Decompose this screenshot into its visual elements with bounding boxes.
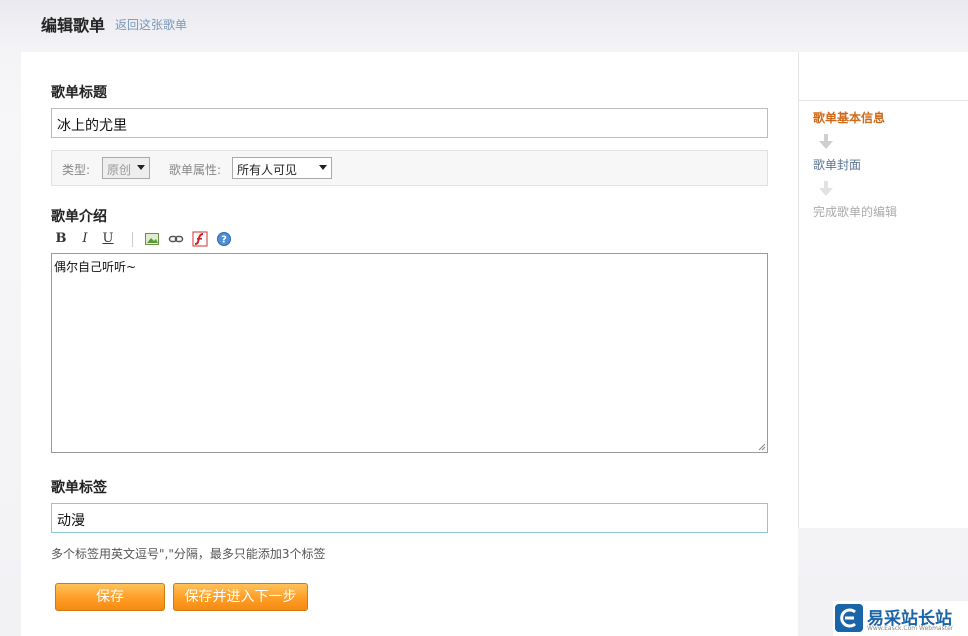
meta-row: 类型: 原创 歌单属性: 所有人可见 bbox=[51, 150, 768, 186]
step-arrow-icon bbox=[819, 181, 833, 196]
site-logo-icon bbox=[835, 604, 863, 632]
type-select: 原创 bbox=[102, 157, 150, 179]
tags-label: 歌单标签 bbox=[51, 480, 107, 496]
tags-hint: 多个标签用英文逗号","分隔，最多只能添加3个标签 bbox=[51, 547, 326, 561]
visibility-select-value: 所有人可见 bbox=[237, 163, 298, 177]
editor-toolbar: B I U ? bbox=[51, 231, 251, 249]
title-label: 歌单标题 bbox=[51, 85, 107, 101]
step-arrow-icon bbox=[819, 134, 833, 149]
toolbar-divider bbox=[132, 232, 133, 247]
playlist-title-input[interactable]: 冰上的尤里 bbox=[51, 108, 768, 138]
chevron-down-icon bbox=[137, 165, 145, 170]
step-basic-info: 歌单基本信息 bbox=[813, 111, 886, 125]
svg-text:?: ? bbox=[221, 235, 227, 246]
type-select-value: 原创 bbox=[107, 163, 132, 177]
resize-handle-icon[interactable] bbox=[758, 443, 766, 451]
steps-sidebar: 歌单基本信息 歌单封面 完成歌单的编辑 bbox=[798, 52, 968, 528]
help-icon[interactable]: ? bbox=[216, 231, 232, 247]
chevron-down-icon bbox=[319, 165, 327, 170]
back-to-playlist-link[interactable]: 返回这张歌单 bbox=[115, 16, 187, 33]
intro-text: 偶尔自己听听~ bbox=[54, 260, 137, 274]
site-watermark: 易采站长站 Www.Easck.Com Webmaster bbox=[833, 601, 968, 636]
sidebar-divider bbox=[799, 100, 968, 101]
watermark-subtext: Www.Easck.Com Webmaster bbox=[867, 625, 954, 632]
italic-button[interactable]: I bbox=[77, 231, 93, 247]
link-icon[interactable] bbox=[168, 231, 184, 247]
intro-textarea[interactable]: 偶尔自己听听~ bbox=[51, 253, 768, 453]
page-header: 编辑歌单 返回这张歌单 bbox=[0, 0, 968, 52]
save-button[interactable]: 保存 bbox=[55, 583, 165, 611]
underline-button[interactable]: U bbox=[100, 231, 116, 247]
page-title: 编辑歌单 bbox=[41, 16, 106, 35]
intro-label: 歌单介绍 bbox=[51, 209, 107, 225]
visibility-select[interactable]: 所有人可见 bbox=[232, 157, 332, 179]
property-label: 歌单属性: bbox=[169, 163, 222, 177]
image-icon[interactable] bbox=[144, 231, 160, 247]
step-cover[interactable]: 歌单封面 bbox=[813, 156, 861, 173]
type-label: 类型: bbox=[62, 163, 91, 177]
step-finish: 完成歌单的编辑 bbox=[813, 205, 898, 219]
tags-input[interactable]: 动漫 bbox=[51, 503, 768, 533]
flash-icon[interactable] bbox=[192, 231, 208, 247]
bold-button[interactable]: B bbox=[53, 231, 69, 247]
save-and-next-button[interactable]: 保存并进入下一步 bbox=[173, 583, 308, 611]
